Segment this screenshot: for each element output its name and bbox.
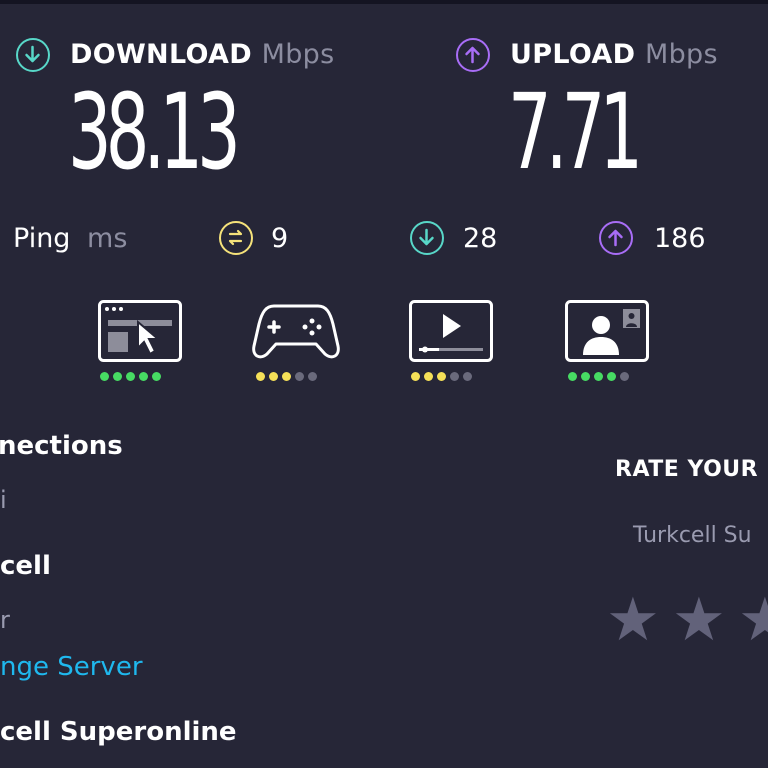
upload-header: UPLOAD Mbps (510, 38, 718, 72)
arrow-down-circle-icon (16, 38, 50, 72)
download-value: 38.13 (68, 71, 241, 193)
quality-dot-filled (581, 372, 590, 381)
rate-isp-name: Turkcell Su (633, 523, 752, 548)
quality-dot-filled (100, 372, 109, 381)
video-player-icon (409, 300, 493, 362)
quality-dot-filled (126, 372, 135, 381)
video-call-icon (565, 300, 649, 362)
rating-star-3[interactable]: ★ (738, 590, 768, 650)
ping-idle-icon (219, 221, 253, 255)
quality-dot-empty (295, 372, 304, 381)
server-label: r (0, 606, 10, 634)
ping-download-value: 28 (463, 223, 498, 254)
gamepad-icon (252, 304, 340, 359)
quality-dot-filled (424, 372, 433, 381)
quality-dot-filled (411, 372, 420, 381)
browsing-quality-dots (100, 372, 161, 381)
change-server-link[interactable]: nge Server (0, 651, 143, 683)
rating-star-1[interactable]: ★ (606, 590, 660, 650)
browser-cursor-icon (98, 300, 182, 362)
rate-provider-title: RATE YOUR (615, 457, 759, 482)
streaming-quality-dots (411, 372, 472, 381)
ping-upload-value: 186 (654, 223, 706, 254)
quality-dot-empty (450, 372, 459, 381)
quality-dot-empty (463, 372, 472, 381)
quality-dot-filled (269, 372, 278, 381)
quality-dot-filled (256, 372, 265, 381)
video-call-quality-dots (568, 372, 629, 381)
upload-value: 7.71 (508, 71, 643, 193)
arrow-up-circle-icon (456, 38, 490, 72)
upload-label: UPLOAD (510, 39, 636, 70)
gaming-quality-dots (256, 372, 317, 381)
provider-name: cell (0, 551, 51, 581)
quality-dot-filled (152, 372, 161, 381)
download-label: DOWNLOAD (70, 39, 252, 70)
rating-star-2[interactable]: ★ (672, 590, 726, 650)
top-bar (0, 0, 768, 4)
ping-idle-value: 9 (271, 223, 289, 254)
ping-download-icon (410, 221, 444, 255)
quality-dot-empty (620, 372, 629, 381)
download-unit: Mbps (261, 39, 335, 70)
ping-label: Ping (13, 223, 71, 254)
quality-dot-filled (568, 372, 577, 381)
connection-type: i (0, 486, 7, 514)
quality-dot-filled (607, 372, 616, 381)
upload-unit: Mbps (645, 39, 718, 70)
ping-unit: ms (87, 223, 128, 254)
server-name: cell Superonline (0, 717, 237, 747)
quality-dot-filled (594, 372, 603, 381)
download-header: DOWNLOAD Mbps (70, 38, 334, 72)
quality-dot-filled (282, 372, 291, 381)
connections-title: nections (0, 431, 123, 461)
quality-dot-empty (308, 372, 317, 381)
ping-upload-icon (599, 221, 633, 255)
quality-dot-filled (437, 372, 446, 381)
quality-dot-filled (113, 372, 122, 381)
quality-dot-filled (139, 372, 148, 381)
ping-label-group: Ping ms (13, 222, 127, 256)
